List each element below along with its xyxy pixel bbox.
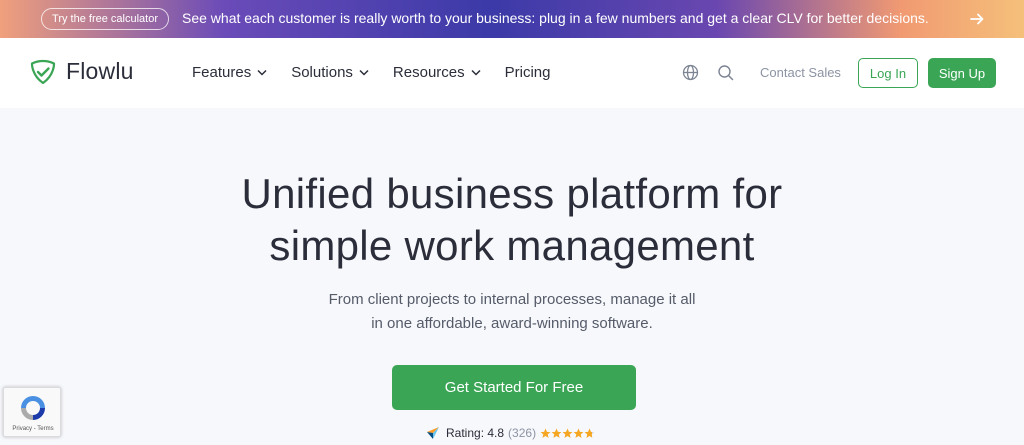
star-icon [562, 428, 573, 438]
star-icon [573, 428, 584, 438]
hero-subtitle: From client projects to internal process… [0, 288, 1024, 336]
nav-features[interactable]: Features [192, 64, 267, 81]
calculator-pill-button[interactable]: Try the free calculator [41, 8, 169, 30]
nav-solutions-label: Solutions [291, 64, 353, 81]
nav-features-label: Features [192, 64, 252, 81]
hero-title: Unified business platform for simple wor… [0, 168, 1024, 272]
rating[interactable]: Rating: 4.8 (326) [426, 426, 595, 440]
site-header: Flowlu Features Solutions Resources Pric… [0, 38, 1024, 108]
nav-resources[interactable]: Resources [393, 64, 481, 81]
logo[interactable]: Flowlu [30, 58, 134, 85]
hero-title-line-1: Unified business platform for [241, 170, 783, 217]
capterra-arrow-icon [427, 427, 439, 439]
main-nav: Features Solutions Resources Pricing [192, 64, 574, 81]
recaptcha-icon [21, 396, 45, 420]
star-half-icon [584, 428, 595, 438]
rating-count: (326) [508, 426, 537, 440]
hero-subtitle-line-1: From client projects to internal process… [328, 291, 696, 308]
logo-text: Flowlu [66, 58, 134, 84]
promo-banner[interactable]: Try the free calculator See what each cu… [0, 0, 1024, 38]
contact-sales-link[interactable]: Contact Sales [760, 65, 841, 80]
arrow-right-icon[interactable] [968, 10, 986, 28]
rating-stars [540, 428, 595, 439]
star-icon [551, 428, 562, 438]
logo-check-icon [30, 59, 56, 84]
chevron-down-icon [471, 69, 481, 76]
nav-pricing[interactable]: Pricing [505, 64, 551, 81]
nav-solutions[interactable]: Solutions [291, 64, 369, 81]
hero-title-line-2: simple work management [269, 222, 755, 269]
rating-label: Rating: 4.8 [446, 426, 505, 440]
signup-button[interactable]: Sign Up [928, 58, 996, 88]
globe-icon[interactable] [682, 64, 699, 81]
get-started-button[interactable]: Get Started For Free [392, 365, 636, 410]
star-icon [540, 428, 551, 438]
chevron-down-icon [359, 69, 369, 76]
recaptcha-badge[interactable]: Privacy - Terms [3, 387, 61, 437]
nav-resources-label: Resources [392, 64, 465, 81]
promo-text[interactable]: See what each customer is really worth t… [182, 10, 929, 26]
chevron-down-icon [257, 69, 267, 76]
search-icon[interactable] [717, 64, 734, 81]
login-button[interactable]: Log In [858, 58, 918, 88]
nav-pricing-label: Pricing [504, 64, 551, 81]
recaptcha-links[interactable]: Privacy - Terms [4, 426, 62, 432]
hero-subtitle-line-2: in one affordable, award-winning softwar… [371, 315, 653, 332]
